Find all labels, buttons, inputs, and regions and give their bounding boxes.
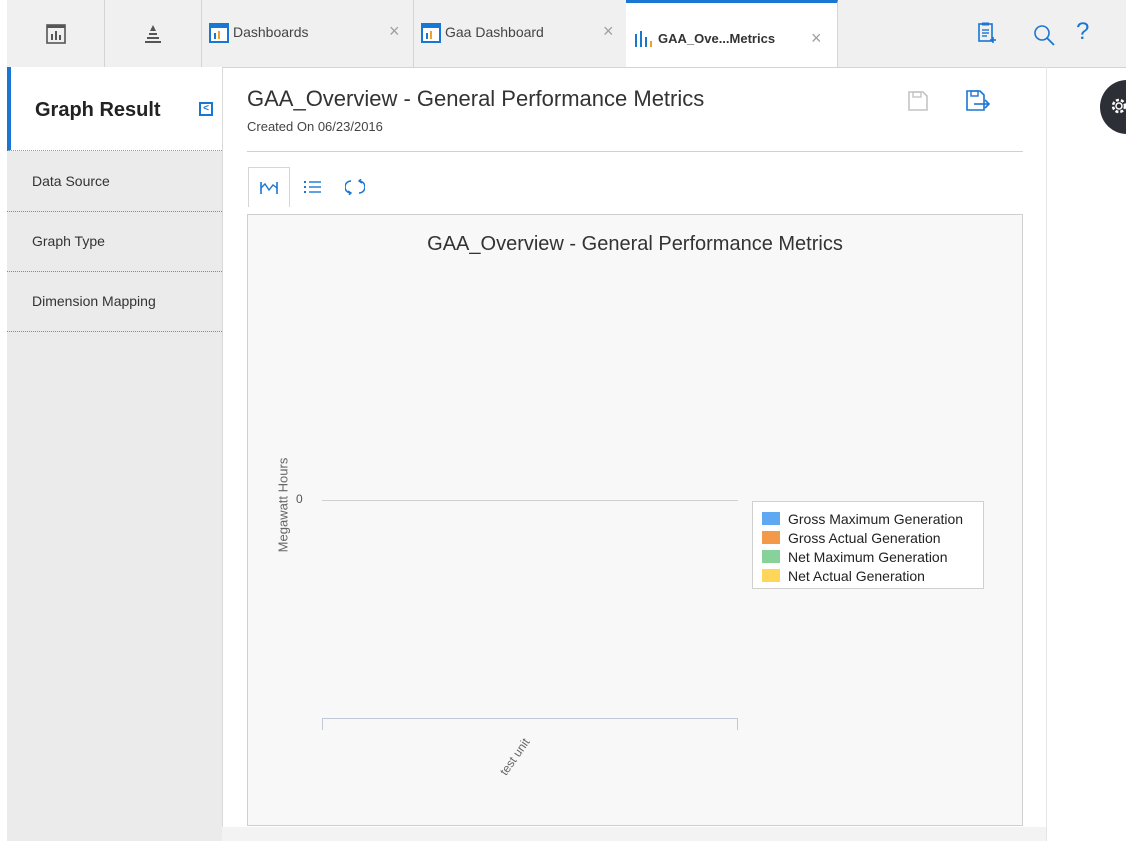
y-axis-label: Megawatt Hours (275, 457, 291, 553)
page-title: GAA_Overview - General Performance Metri… (247, 86, 705, 111)
save-icon[interactable] (907, 90, 929, 112)
refresh-icon (345, 179, 365, 195)
sidebar-item-label: Data Source (32, 173, 110, 189)
legend-label: Gross Maximum Generation (788, 510, 964, 527)
list-view-button[interactable] (292, 167, 334, 207)
legend-swatch (762, 512, 780, 525)
chart-view-icon (260, 181, 278, 194)
tab-label: Gaa Dashboard (445, 24, 544, 40)
clipboard-add-icon[interactable] (977, 22, 997, 44)
zero-baseline (322, 500, 738, 501)
dashboards-home-button[interactable] (7, 0, 105, 67)
bottom-padding (222, 827, 1046, 841)
tab-label: Dashboards (233, 24, 309, 40)
y-tick-label: 0 (296, 492, 303, 506)
legend-swatch (762, 569, 780, 582)
tab-label: GAA_Ove...Metrics (658, 31, 776, 46)
bar-chart-icon (635, 31, 652, 47)
sidebar-item-label: Dimension Mapping (32, 293, 156, 309)
left-panel: Graph Result < Data Source Graph Type Di… (7, 67, 223, 841)
sidebar-item-graph-type[interactable]: Graph Type (7, 212, 222, 272)
legend-label: Net Maximum Generation (788, 548, 948, 565)
search-icon[interactable] (1033, 24, 1055, 46)
save-as-icon[interactable] (965, 89, 991, 113)
tab-gaa-overview-metrics[interactable]: GAA_Ove...Metrics × (626, 0, 838, 67)
tab-dashboards[interactable]: Dashboards × (201, 0, 414, 67)
x-axis-line (322, 718, 738, 719)
collapse-panel-button[interactable]: < (199, 102, 213, 116)
legend-swatch (762, 531, 780, 544)
title-divider (247, 151, 1023, 152)
refresh-button[interactable] (334, 167, 376, 207)
legend-item[interactable]: Gross Actual Generation (762, 528, 983, 547)
legend-swatch (762, 550, 780, 563)
top-tab-bar: Dashboards × Gaa Dashboard × GAA_Ove...M… (7, 0, 1126, 68)
legend-label: Gross Actual Generation (788, 529, 941, 546)
created-date: Created On 06/23/2016 (247, 119, 383, 134)
legend-item[interactable]: Net Maximum Generation (762, 547, 983, 566)
sidebar-item-dimension-mapping[interactable]: Dimension Mapping (7, 272, 222, 332)
panel-title: Graph Result (35, 99, 161, 121)
bar-chart-box-icon (45, 23, 66, 44)
dashboard-icon (209, 23, 229, 43)
tab-gaa-dashboard[interactable]: Gaa Dashboard × (413, 0, 627, 67)
legend-item[interactable]: Gross Maximum Generation (762, 509, 983, 528)
chart-view-button[interactable] (248, 167, 290, 207)
close-icon[interactable]: × (389, 22, 400, 40)
legend-label: Net Actual Generation (788, 567, 925, 584)
vertical-scrollbar[interactable] (1046, 67, 1047, 841)
chart-title: GAA_Overview - General Performance Metri… (427, 233, 843, 255)
pyramid-icon (144, 24, 161, 43)
chart-legend: Gross Maximum Generation Gross Actual Ge… (752, 501, 984, 589)
dashboard-icon (421, 23, 441, 43)
settings-button[interactable] (1100, 80, 1126, 134)
sidebar-item-label: Graph Type (32, 233, 105, 249)
gear-icon (1111, 98, 1126, 114)
help-icon[interactable]: ? (1076, 20, 1089, 44)
list-view-icon (304, 181, 321, 193)
pyramid-button[interactable] (104, 0, 202, 67)
x-axis-tick (322, 718, 323, 730)
graph-result-header: Graph Result < (7, 67, 222, 151)
close-icon[interactable]: × (603, 22, 614, 40)
legend-item[interactable]: Net Actual Generation (762, 566, 983, 585)
close-icon[interactable]: × (811, 29, 822, 47)
sidebar-item-data-source[interactable]: Data Source (7, 152, 222, 212)
x-axis-tick (737, 718, 738, 730)
chevron-left-icon: < (203, 103, 209, 114)
